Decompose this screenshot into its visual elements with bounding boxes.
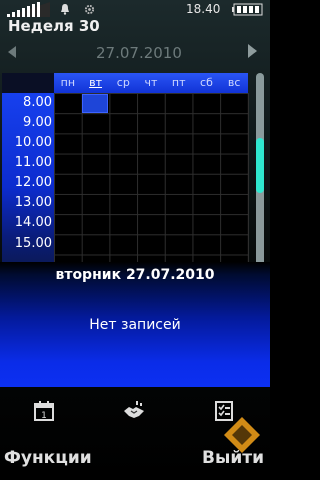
previous-day-arrow-icon[interactable]	[8, 46, 16, 58]
scrollbar-thumb[interactable]	[256, 138, 264, 193]
no-entries-text: Нет записей	[89, 317, 181, 333]
exit-softkey[interactable]: Выйти	[202, 448, 264, 468]
time-slot-grid[interactable]	[54, 93, 249, 263]
hour-label: 10.00	[14, 135, 52, 150]
svg-text:1: 1	[41, 411, 47, 421]
selected-day-title: вторник 27.07.2010	[55, 267, 215, 283]
header-corner	[2, 73, 54, 93]
calendar-day-icon[interactable]: 1	[32, 399, 56, 423]
softkeys-bar: Функции Выйти	[0, 445, 270, 480]
day-label-thu[interactable]: чт	[137, 73, 165, 93]
day-label-sat[interactable]: сб	[193, 73, 221, 93]
hour-label: 12.00	[14, 175, 52, 190]
day-label-tue[interactable]: вт	[82, 73, 110, 93]
day-label-sun[interactable]: вс	[220, 73, 248, 93]
next-day-arrow-icon[interactable]	[248, 44, 257, 58]
week-calendar-grid: пн вт ср чт пт сб вс 8.00 9.00 10.00 11.…	[2, 73, 249, 263]
hour-label: 15.00	[14, 236, 52, 251]
status-time: 18.40	[186, 2, 221, 16]
weekday-header: пн вт ср чт пт сб вс	[2, 73, 248, 93]
day-label-mon[interactable]: пн	[54, 73, 82, 93]
calendar-screen: 18.40 Неделя 30 27.07.2010 пн вт ср чт п…	[0, 0, 270, 480]
functions-softkey[interactable]: Функции	[4, 448, 92, 468]
weekday-labels: пн вт ср чт пт сб вс	[54, 73, 248, 93]
hour-label: 8.00	[23, 95, 52, 110]
bell-icon	[61, 4, 69, 15]
hour-label: 13.00	[14, 195, 52, 210]
day-label-wed[interactable]: ср	[109, 73, 137, 93]
day-label-fri[interactable]: пт	[165, 73, 193, 93]
battery-icon	[232, 3, 263, 16]
week-title: Неделя 30	[8, 17, 100, 35]
vertical-scrollbar[interactable]	[256, 73, 264, 266]
signal-strength-icon	[6, 2, 50, 17]
current-date-header: 27.07.2010	[96, 44, 182, 62]
day-info-panel: вторник 27.07.2010 Нет записей	[0, 262, 270, 387]
settings-gear-icon	[84, 4, 95, 15]
hour-label: 14.00	[14, 215, 52, 230]
selected-time-slot[interactable]	[82, 94, 108, 113]
hour-label: 9.00	[23, 115, 52, 130]
hour-label: 11.00	[14, 155, 52, 170]
hour-labels-column: 8.00 9.00 10.00 11.00 12.00 13.00 14.00 …	[2, 93, 54, 263]
meeting-handshake-icon[interactable]	[122, 399, 146, 423]
